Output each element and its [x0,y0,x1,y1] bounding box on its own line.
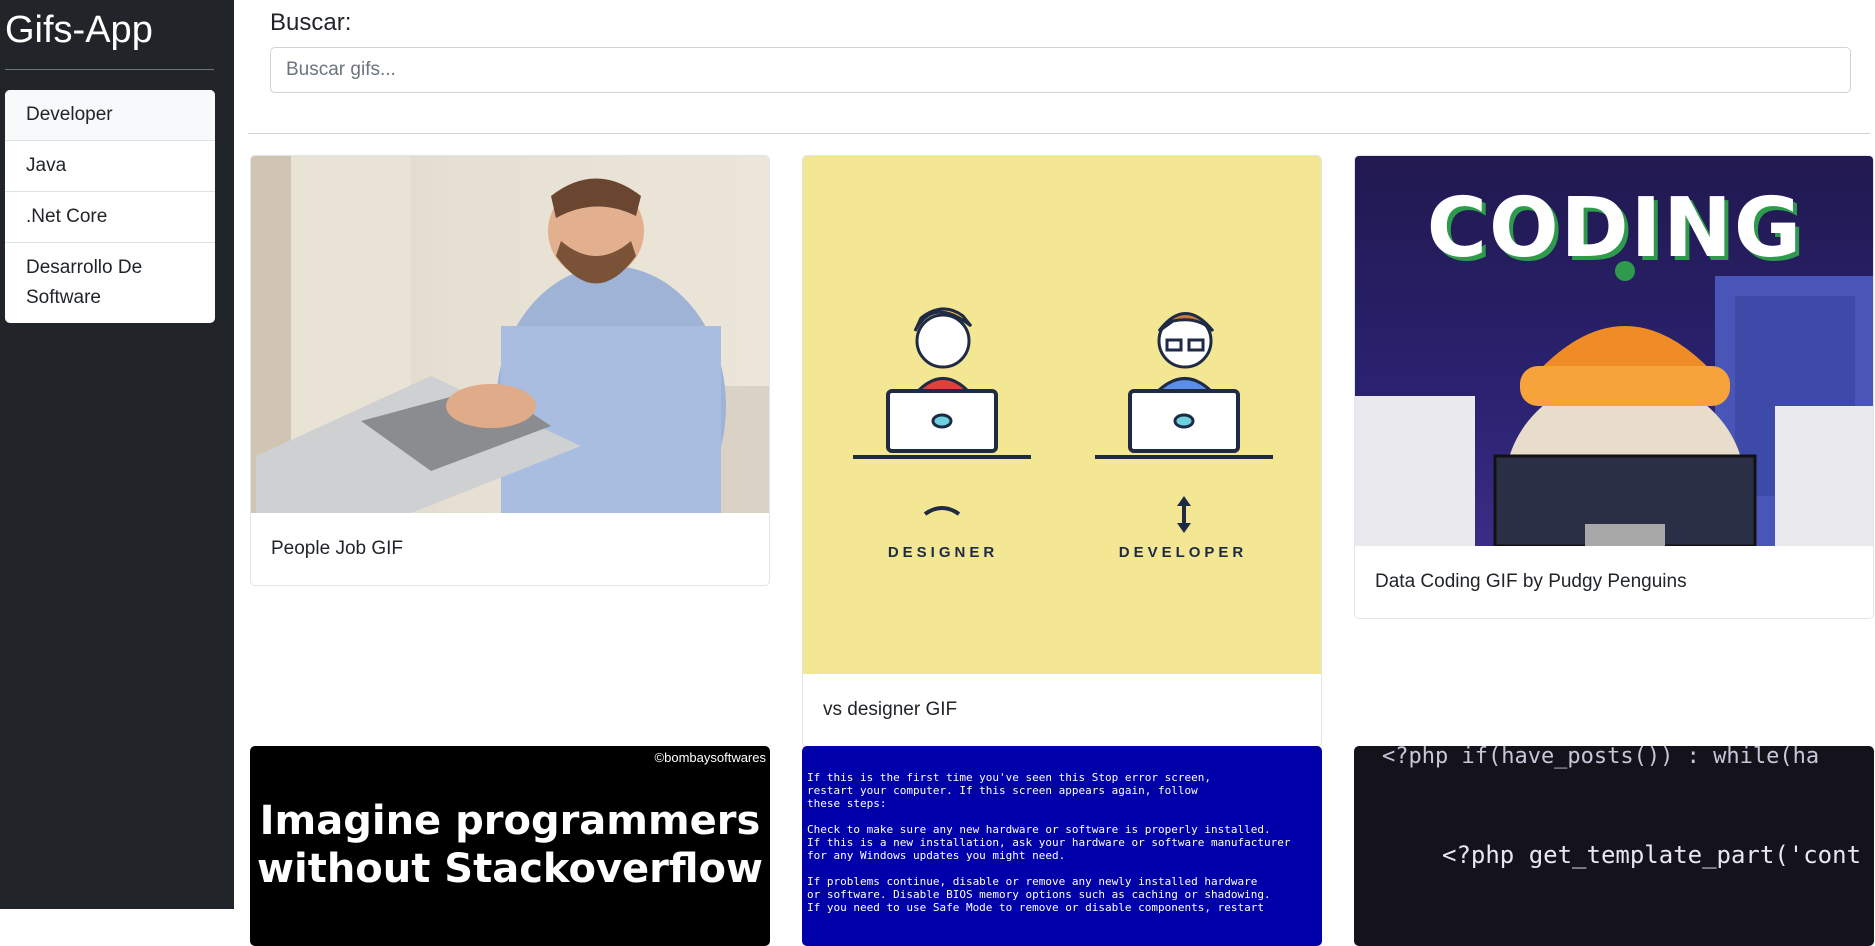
main-content: Buscar: People Job GIF [248,0,1874,946]
gif-card[interactable]: DESIGNER DEVELOPER vs designer GIF [802,155,1322,747]
history-item-developer[interactable]: Developer [5,90,215,141]
app-title: Gifs-App [5,9,153,51]
gif-title: Data Coding GIF by Pudgy Penguins [1375,571,1687,592]
content-divider [248,133,1870,134]
image-caption-line-2: without Stackoverflow [257,846,763,892]
gif-card[interactable]: CODING Data Coding GIF by Pudgy Penguins [1354,155,1874,619]
sidebar: Gifs-App Developer Java .Net Core Desarr… [0,0,234,909]
search-history-list: Developer Java .Net Core Desarrollo De S… [5,90,215,323]
history-item-desarrollo-de-software[interactable]: Desarrollo De Software [5,243,215,323]
error-screen-text: If this is the first time you've seen th… [807,771,1291,914]
gif-image[interactable]: CODING [1355,156,1873,546]
gif-card[interactable]: If this is the first time you've seen th… [802,746,1322,946]
code-line-1: <?php if(have_posts()) : while(ha [1382,746,1820,769]
gif-title: People Job GIF [271,538,404,559]
gif-image[interactable]: DESIGNER DEVELOPER [803,156,1321,674]
gif-image[interactable]: <?php if(have_posts()) : while(ha <?php … [1354,746,1874,946]
gif-title: vs designer GIF [823,699,958,720]
image-caption-line-1: Imagine programmers [259,798,761,844]
code-line-2: <?php get_template_part('cont [1442,841,1862,869]
history-item-java[interactable]: Java [5,141,215,192]
gif-card[interactable]: <?php if(have_posts()) : while(ha <?php … [1354,746,1874,946]
gif-image[interactable]: ©bombaysoftwares Imagine programmers wit… [250,746,770,946]
gif-card[interactable]: ©bombaysoftwares Imagine programmers wit… [250,746,770,946]
sidebar-divider [5,69,214,70]
gif-image[interactable] [251,156,769,513]
watermark: ©bombaysoftwares [654,750,766,765]
developer-label: DEVELOPER [1118,544,1248,561]
search-label: Buscar: [270,9,352,36]
gif-image[interactable]: If this is the first time you've seen th… [802,746,1322,946]
search-area: Buscar: [248,0,1870,93]
designer-label: DESIGNER [887,544,999,561]
gif-card[interactable]: People Job GIF [250,155,770,586]
search-input[interactable] [270,47,1851,93]
history-item-net-core[interactable]: .Net Core [5,192,215,243]
coding-image-text: CODING [1426,181,1804,276]
